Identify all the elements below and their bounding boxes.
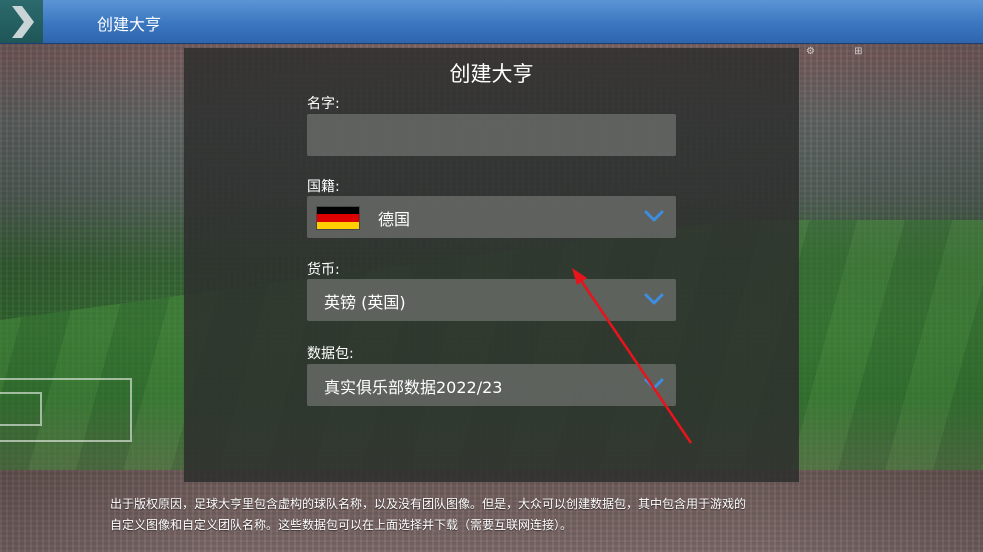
currency-dropdown[interactable]: 英镑 (英国)	[307, 279, 676, 321]
name-input[interactable]	[307, 114, 676, 156]
chevron-down-icon	[644, 378, 664, 390]
copyright-note-line-2: 自定义图像和自定义团队名称。这些数据包可以在上面选择并下载（需要互联网连接）。	[110, 518, 573, 532]
chevron-down-icon	[644, 210, 664, 222]
goal-box-line	[0, 392, 42, 426]
chevron-right-icon	[11, 5, 34, 38]
data-pack-value: 真实俱乐部数据2022/23	[324, 378, 503, 397]
currency-value: 英镑 (英国)	[324, 293, 406, 312]
corner-icons: ⚙ ⊞	[806, 46, 881, 57]
name-label: 名字:	[307, 96, 340, 112]
nationality-label: 国籍:	[307, 179, 340, 195]
back-button[interactable]	[0, 0, 43, 43]
currency-label: 货币:	[307, 262, 340, 278]
chevron-down-icon	[644, 293, 664, 305]
copyright-note: 出于版权原因，足球大亨里包含虚构的球队名称，以及没有团队图像。但是，大众可以创建…	[110, 494, 890, 536]
topbar-title: 创建大亨	[97, 15, 162, 34]
panel-title: 创建大亨	[449, 62, 534, 86]
germany-flag-icon	[316, 206, 360, 230]
data-pack-dropdown[interactable]: 真实俱乐部数据2022/23	[307, 364, 676, 406]
data-pack-label: 数据包:	[307, 346, 354, 362]
nationality-value: 德国	[378, 210, 411, 229]
top-bar: 创建大亨	[0, 0, 983, 44]
nationality-dropdown[interactable]: 德国	[307, 196, 676, 238]
copyright-note-line-1: 出于版权原因，足球大亨里包含虚构的球队名称，以及没有团队图像。但是，大众可以创建…	[110, 497, 747, 511]
